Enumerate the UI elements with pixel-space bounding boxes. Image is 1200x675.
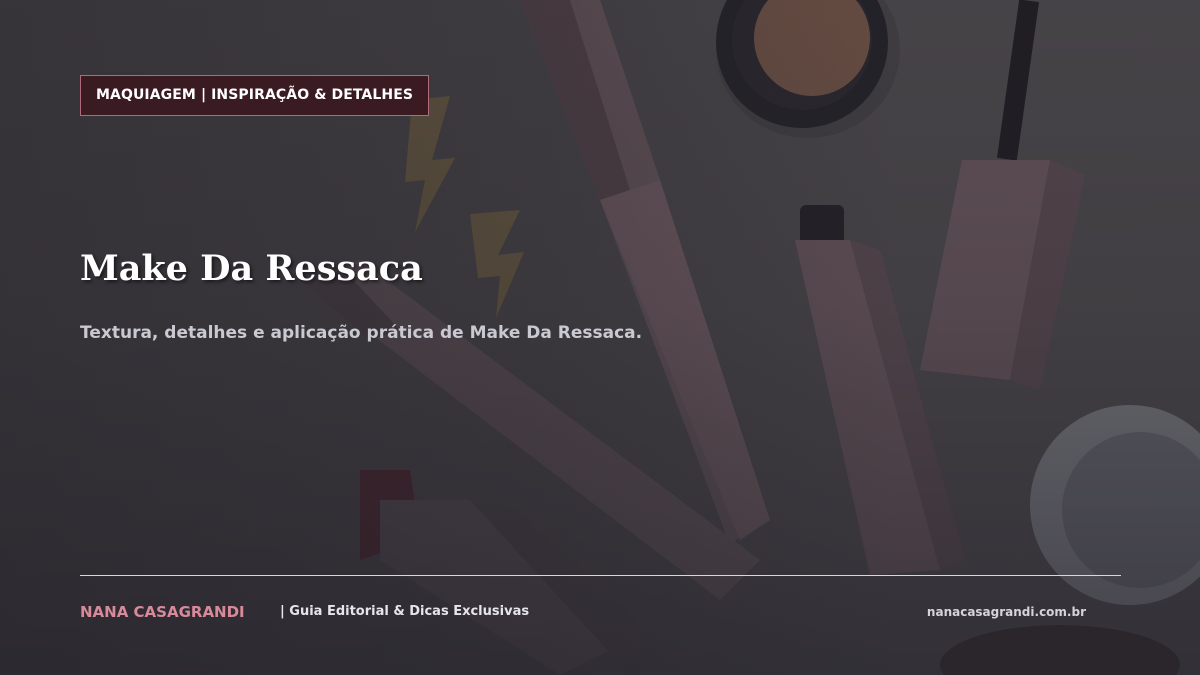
website-url: nanacasagrandi.com.br [926,605,1086,619]
brand-name: NANA CASAGRANDI [80,603,245,621]
page-subtitle: Textura, detalhes e aplicação prática de… [80,323,643,343]
page-title: Make Da Ressaca [80,248,423,289]
category-badge: MAQUIAGEM | INSPIRAÇÃO & DETALHES [80,75,430,116]
footer-tagline: | Guia Editorial & Dicas Exclusivas [280,604,530,619]
footer-divider [80,575,1121,576]
